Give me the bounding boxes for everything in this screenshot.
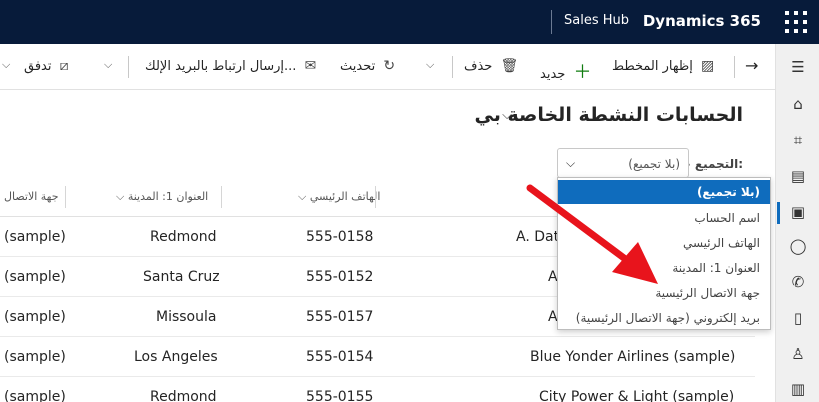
person-icon[interactable]: ♙ xyxy=(789,345,807,363)
city-cell: Santa Cruz xyxy=(143,269,220,285)
view-title[interactable]: الحسابات النشطة الخاصة بي xyxy=(475,104,744,126)
table-row[interactable]: Blue Yonder Airlines (sample) 555-0154 L… xyxy=(0,337,755,377)
command-bar: → إظهار المخطط ▨ جديد ＋ حذف 🗑 ⌵ تحديث ↻ … xyxy=(0,44,775,90)
email-link-button[interactable]: إرسال ارتباط بالبريد الإلك... ✉ xyxy=(145,58,316,74)
app-launcher-icon[interactable] xyxy=(785,11,807,33)
contact-cell[interactable]: (sample) xyxy=(4,229,66,245)
app-name[interactable]: Sales Hub xyxy=(564,13,629,28)
column-header-contact-label: جهة الاتصال xyxy=(4,190,59,203)
show-chart-button[interactable]: إظهار المخطط ▨ xyxy=(612,58,714,74)
chevron-down-icon: ⌵ xyxy=(566,156,576,170)
flow-label: تدفق xyxy=(24,59,52,74)
command-divider xyxy=(734,56,735,78)
top-bar: Sales Hub Dynamics 365 xyxy=(0,0,819,44)
phone-cell: 555-0154 xyxy=(306,349,374,365)
delete-label: حذف xyxy=(464,59,493,74)
trash-icon: 🗑 xyxy=(500,58,519,74)
column-header-phone-label: الهاتف الرئيسي xyxy=(309,190,381,203)
column-header-phone[interactable]: ⌵ الهاتف الرئيسي xyxy=(298,190,380,204)
flow-icon: ⧄ xyxy=(59,58,69,74)
chevron-down-icon: ⌵ xyxy=(116,190,128,203)
command-divider xyxy=(452,56,453,78)
new-label: جديد xyxy=(540,67,566,82)
phone-cell: 555-0152 xyxy=(306,269,374,285)
annotation-arrow xyxy=(526,184,658,284)
email-icon: ✉ xyxy=(304,58,317,74)
brand-name[interactable]: Dynamics 365 xyxy=(643,12,761,30)
column-header-city[interactable]: ⌵ العنوان 1: المدينة xyxy=(116,190,208,204)
chart-icon: ▨ xyxy=(700,58,715,74)
phone-cell: 555-0155 xyxy=(306,389,374,402)
plus-icon: ＋ xyxy=(573,62,592,83)
city-cell: Los Angeles xyxy=(134,349,218,365)
top-bar-divider xyxy=(551,10,552,34)
chevron-down-icon[interactable]: ⌵ xyxy=(2,58,10,72)
refresh-icon: ↻ xyxy=(383,58,396,74)
nav-rail: ☰ ⌂ ⌗ ▤ ▣ ◯ ✆ ▯ ♙ ▥ xyxy=(775,44,819,402)
notes-icon[interactable]: ▯ xyxy=(789,309,807,327)
chevron-down-icon: ⌵ xyxy=(298,190,310,203)
home-icon[interactable]: ⌂ xyxy=(789,95,807,113)
groupby-option[interactable]: بريد إلكتروني (جهة الاتصال الرئيسية) xyxy=(558,306,770,330)
column-divider xyxy=(65,186,66,208)
city-cell: Redmond xyxy=(150,389,217,402)
account-name-cell[interactable]: Blue Yonder Airlines (sample) xyxy=(530,349,735,365)
contact-cell[interactable]: (sample) xyxy=(4,309,66,325)
command-divider xyxy=(128,56,129,78)
clipboard-icon[interactable]: ▤ xyxy=(789,167,807,185)
city-cell: Redmond xyxy=(150,229,217,245)
contact-cell[interactable]: (sample) xyxy=(4,389,66,402)
column-header-city-label: العنوان 1: المدينة xyxy=(127,190,209,203)
phone-icon[interactable]: ✆ xyxy=(789,273,807,291)
active-indicator xyxy=(777,202,780,224)
refresh-label: تحديث xyxy=(340,59,376,74)
column-divider xyxy=(221,186,222,208)
new-button[interactable]: جديد ＋ xyxy=(540,58,591,84)
groupby-value: (بلا تجميع) xyxy=(628,157,680,171)
refresh-button[interactable]: تحديث ↻ xyxy=(340,58,395,74)
show-chart-label: إظهار المخطط xyxy=(612,59,693,74)
column-divider xyxy=(375,186,376,208)
city-cell: Missoula xyxy=(156,309,217,325)
accounts-icon[interactable]: ▣ xyxy=(789,203,807,221)
menu-icon[interactable]: ☰ xyxy=(789,58,807,76)
phone-cell: 555-0158 xyxy=(306,229,374,245)
chevron-down-icon[interactable]: ⌵ xyxy=(104,58,112,72)
pin-icon[interactable]: ⌗ xyxy=(789,131,807,149)
chevron-down-icon[interactable]: ⌵ xyxy=(426,58,434,72)
document-icon[interactable]: ▥ xyxy=(789,380,807,398)
contact-cell[interactable]: (sample) xyxy=(4,269,66,285)
groupby-select[interactable]: (بلا تجميع) ⌵ xyxy=(557,148,689,178)
delete-button[interactable]: حذف 🗑 xyxy=(464,58,518,74)
back-arrow-icon[interactable]: → xyxy=(745,56,758,75)
table-row[interactable]: City Power & Light (sample) 555-0155 Red… xyxy=(0,377,755,402)
flow-button[interactable]: تدفق ⧄ xyxy=(24,58,69,74)
contacts-icon[interactable]: ◯ xyxy=(789,237,807,255)
view-selector-chevron-icon[interactable]: ⌵ xyxy=(502,108,512,123)
account-name-cell[interactable]: City Power & Light (sample) xyxy=(539,389,734,402)
email-link-label: إرسال ارتباط بالبريد الإلك... xyxy=(145,59,297,74)
phone-cell: 555-0157 xyxy=(306,309,374,325)
column-header-contact[interactable]: جهة الاتصال xyxy=(4,190,59,203)
contact-cell[interactable]: (sample) xyxy=(4,349,66,365)
